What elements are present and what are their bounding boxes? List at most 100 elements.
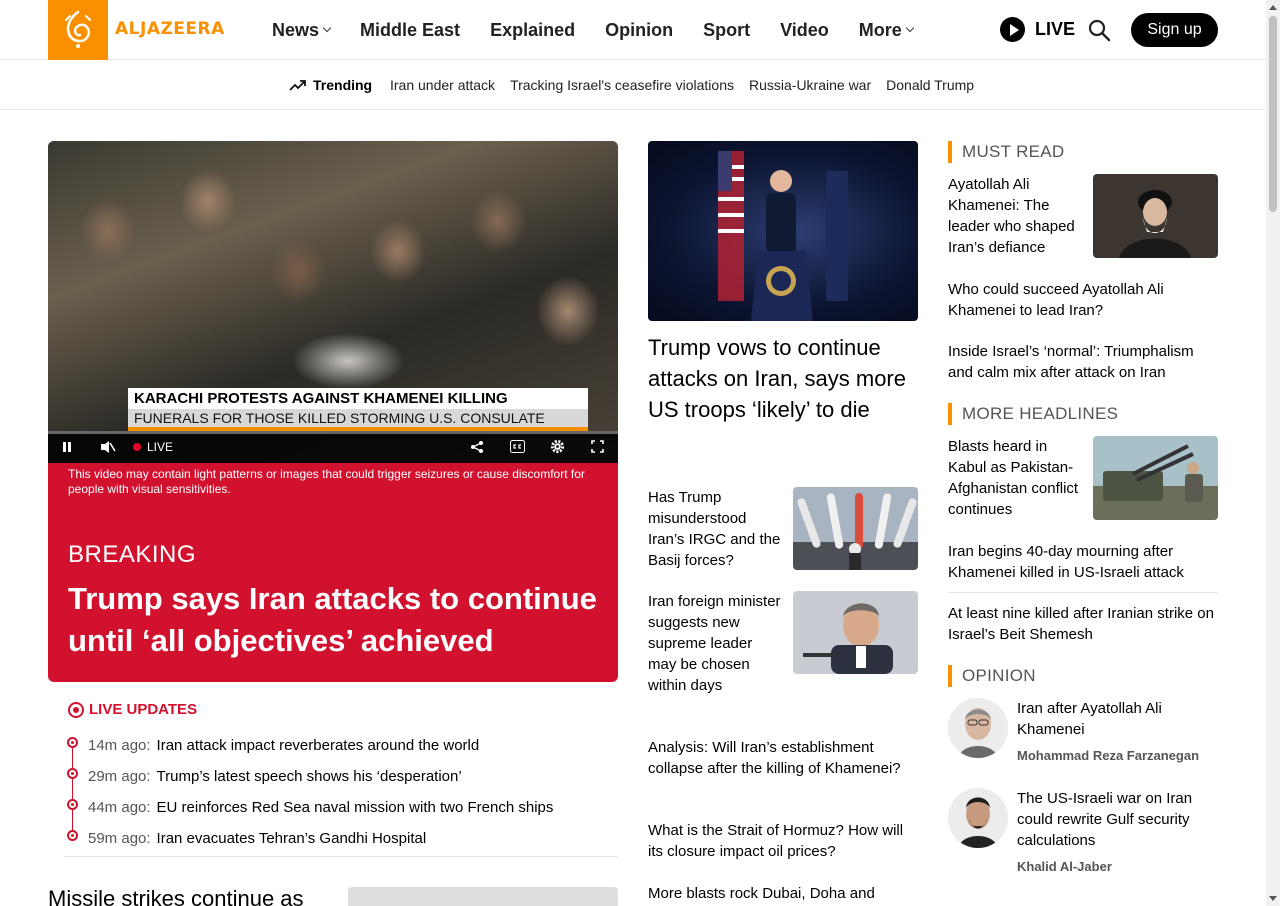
closed-captions-icon[interactable] <box>510 440 525 453</box>
live-update-item[interactable]: 44m ago: EU reinforces Red Sea naval mis… <box>64 792 618 836</box>
timeline-bullet-icon <box>67 799 78 810</box>
bottom-story-image[interactable] <box>348 887 618 906</box>
live-video-player[interactable]: KARACHI PROTESTS AGAINST KHAMENEI KILLIN… <box>48 141 618 463</box>
story-title: Has Trump misunderstood Iran’s IRGC and … <box>648 489 781 569</box>
nav-sport[interactable]: Sport <box>703 20 750 41</box>
opinion-item[interactable]: The US-Israeli war on Iran could rewrite… <box>948 788 1218 878</box>
opinion-header: OPINION <box>948 665 1036 687</box>
share-icon[interactable] <box>470 440 484 454</box>
nav-middle-east[interactable]: Middle East <box>360 20 460 41</box>
more-headlines-header: MORE HEADLINES <box>948 403 1118 425</box>
video-controls: LIVE <box>48 431 618 463</box>
hero-breaking-card[interactable]: KARACHI PROTESTS AGAINST KHAMENEI KILLIN… <box>48 141 618 682</box>
must-read-label: MUST READ <box>962 142 1065 161</box>
chevron-down-icon <box>322 23 332 33</box>
opinion-title: Iran after Ayatollah Ali Khamenei <box>1017 700 1162 738</box>
accent-bar <box>948 665 952 687</box>
live-update-item[interactable]: 29m ago: Trump’s latest speech shows his… <box>64 761 618 805</box>
more-headlines-label: MORE HEADLINES <box>962 404 1119 423</box>
live-updates-label: LIVE UPDATES <box>89 701 198 718</box>
aljazeera-logo[interactable] <box>48 0 108 60</box>
settings-gear-icon[interactable] <box>550 439 565 454</box>
middle-story-foreign-minister[interactable]: Iran foreign minister suggests new supre… <box>648 591 918 717</box>
nav-more-label: More <box>858 19 902 40</box>
nav-opinion-label: Opinion <box>605 19 674 40</box>
nav-news[interactable]: News <box>272 19 332 41</box>
scrollbar-thumb[interactable] <box>1269 16 1277 212</box>
chevron-down-icon <box>905 23 915 33</box>
trending-label-text: Trending <box>313 77 373 93</box>
bottom-story-title[interactable]: Missile strikes continue as <box>48 886 304 906</box>
nav-sport-label: Sport <box>703 19 751 40</box>
divider <box>948 592 1218 593</box>
logo-wordmark[interactable]: ALJAZEERA <box>115 19 225 39</box>
nav-more[interactable]: More <box>858 19 915 41</box>
must-read-feature[interactable]: Ayatollah Ali Khamenei: The leader who s… <box>948 174 1218 258</box>
live-update-item[interactable]: 14m ago: Iran attack impact reverberates… <box>64 730 618 774</box>
more-headlines-link-beit-shemesh[interactable]: At least nine killed after Iranian strik… <box>948 603 1218 645</box>
trending-up-icon <box>289 80 306 91</box>
trending-link-ceasefire-violations[interactable]: Tracking Israel's ceasefire violations <box>510 77 734 93</box>
live-dot-icon <box>133 443 141 451</box>
opinion-author: Mohammad Reza Farzanegan <box>1017 748 1200 763</box>
hero-headline[interactable]: Trump says Iran attacks to continue unti… <box>68 578 608 662</box>
middle-story-irgc[interactable]: Has Trump misunderstood Iran’s IRGC and … <box>648 487 918 571</box>
page-scrollbar[interactable] <box>1266 0 1280 906</box>
pause-icon[interactable] <box>62 441 72 453</box>
more-headlines-link-mourning[interactable]: Iran begins 40-day mourning after Khamen… <box>948 541 1218 583</box>
opinion-author: Khalid Al-Jaber <box>1017 859 1112 874</box>
author-avatar <box>948 788 1008 848</box>
lower-third-headline: KARACHI PROTESTS AGAINST KHAMENEI KILLIN… <box>128 388 588 409</box>
more-headlines-feature[interactable]: Blasts heard in Kabul as Pakistan-Afghan… <box>948 436 1218 520</box>
live-update-item[interactable]: 59m ago: Iran evacuates Tehran’s Gandhi … <box>64 823 618 854</box>
live-update-text: Iran evacuates Tehran’s Gandhi Hospital <box>156 830 427 847</box>
video-progress-bar[interactable] <box>48 431 618 434</box>
nav-explained[interactable]: Explained <box>490 20 575 41</box>
timeline-bullet-icon <box>67 830 78 841</box>
story-title: Iran foreign minister suggests new supre… <box>648 593 781 694</box>
middle-link-blasts-dubai[interactable]: More blasts rock Dubai, Doha and <box>648 883 918 904</box>
middle-link-hormuz[interactable]: What is the Strait of Hormuz? How will i… <box>648 820 918 862</box>
trump-speech-image[interactable] <box>648 141 918 321</box>
trending-label: Trending <box>289 77 372 93</box>
lower-third-subline: FUNERALS FOR THOSE KILLED STORMING U.S. … <box>128 409 588 431</box>
accent-bar <box>948 403 952 425</box>
live-updates-list: 14m ago: Iran attack impact reverberates… <box>64 730 618 854</box>
middle-headline[interactable]: Trump vows to continue attacks on Iran, … <box>648 332 918 425</box>
fullscreen-icon[interactable] <box>591 440 604 453</box>
nav-video[interactable]: Video <box>780 20 829 41</box>
story-title: Blasts heard in Kabul as Pakistan-Afghan… <box>948 438 1079 518</box>
trending-links: Iran under attack Tracking Israel's ceas… <box>390 77 989 93</box>
opinion-label: OPINION <box>962 666 1036 685</box>
must-read-link-inside-israel[interactable]: Inside Israel’s ‘normal’: Triumphalism a… <box>948 341 1218 383</box>
video-lower-third: KARACHI PROTESTS AGAINST KHAMENEI KILLIN… <box>128 388 588 431</box>
missiles-image <box>793 487 918 570</box>
nav-opinion[interactable]: Opinion <box>605 20 673 41</box>
timeline-bullet-icon <box>67 768 78 779</box>
live-updates-header[interactable]: LIVE UPDATES <box>68 701 197 718</box>
trending-link-iran-under-attack[interactable]: Iran under attack <box>390 77 495 93</box>
middle-link-establishment[interactable]: Analysis: Will Iran’s establishment coll… <box>648 737 918 779</box>
video-live-label: LIVE <box>147 440 174 454</box>
scroll-down-arrow-icon[interactable] <box>1269 896 1277 901</box>
main-nav: News Middle East Explained Opinion Sport… <box>272 0 943 60</box>
trending-link-donald-trump[interactable]: Donald Trump <box>886 77 974 93</box>
live-button[interactable]: LIVE <box>1000 17 1075 42</box>
seizure-warning: This video may contain light patterns or… <box>68 467 585 496</box>
mute-icon[interactable] <box>100 440 116 454</box>
sign-up-button[interactable]: Sign up <box>1131 13 1218 47</box>
author-avatar <box>948 698 1008 758</box>
nav-middle-east-label: Middle East <box>360 19 461 40</box>
trending-link-russia-ukraine[interactable]: Russia-Ukraine war <box>749 77 871 93</box>
scroll-up-arrow-icon[interactable] <box>1269 5 1277 10</box>
nav-explained-label: Explained <box>490 19 576 40</box>
calligraphy-logo-icon <box>65 10 91 48</box>
live-button-label: LIVE <box>1035 19 1076 39</box>
video-frame-image <box>48 141 618 391</box>
search-icon[interactable] <box>1087 18 1111 42</box>
live-update-text: EU reinforces Red Sea naval mission with… <box>156 799 554 816</box>
nav-news-label: News <box>272 19 320 40</box>
must-read-header: MUST READ <box>948 141 1065 163</box>
opinion-item[interactable]: Iran after Ayatollah Ali Khamenei Mohamm… <box>948 698 1218 768</box>
must-read-link-succeed[interactable]: Who could succeed Ayatollah Ali Khamenei… <box>948 279 1218 321</box>
